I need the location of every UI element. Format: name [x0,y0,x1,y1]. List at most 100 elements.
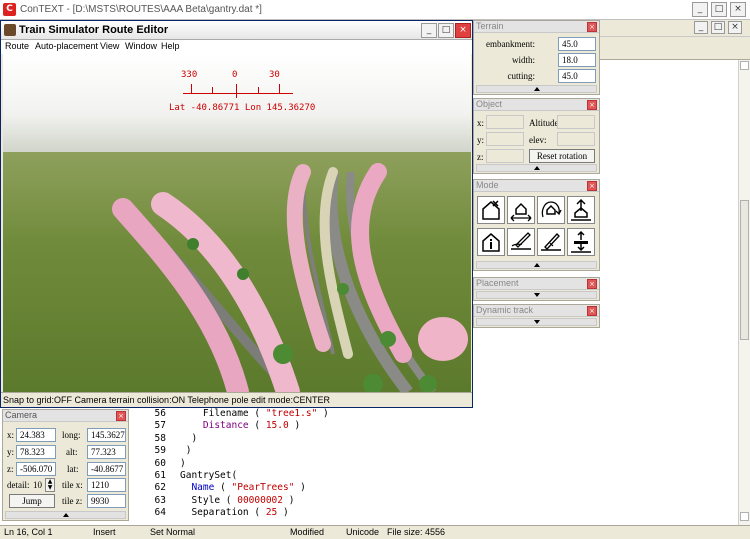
dynamic-track-panel-close-icon[interactable]: × [587,306,597,316]
scroll-up-button[interactable] [740,61,749,70]
minimize-button[interactable]: _ [692,2,708,17]
line-number: 61 [154,470,166,481]
object-panel-header: Object × [474,99,599,111]
info-object-icon[interactable] [477,228,505,256]
camera-tilez-input[interactable]: 9930 [87,494,126,508]
line-number: 60 [154,457,166,469]
code-token: Distance [202,420,249,432]
delete-object-icon[interactable] [477,196,505,224]
level-terrain-icon[interactable] [567,228,595,256]
code-line[interactable]: 60) [138,458,186,470]
reset-rotation-button[interactable]: Reset rotation [529,149,595,163]
re-close-button[interactable]: × [455,23,471,38]
object-elev-label: elev: [529,135,547,145]
mode-panel-header: Mode × [474,180,599,192]
line-number: 56 [154,408,166,419]
cutting-input[interactable]: 45.0 [558,69,596,83]
mdi-close-button[interactable]: × [728,21,742,34]
scroll-down-button[interactable] [740,512,749,521]
mode-panel-close-icon[interactable]: × [587,181,597,191]
compass-tick-330: 330 [181,70,198,80]
terrain-collapse-bar[interactable] [476,85,597,93]
route-editor-menubar: Route Auto-placement View Window Help [1,40,472,54]
code-line[interactable]: 56 Filename ( "tree1.s" ) [138,408,329,420]
menu-route[interactable]: Route [5,41,29,51]
scroll-thumb[interactable] [740,200,749,340]
camera-x-input[interactable]: 24.383 [16,428,56,442]
code-token: ) [288,420,301,432]
embankment-input[interactable]: 45.0 [558,37,596,51]
object-x-input[interactable] [486,115,524,129]
status-bar: Ln 16, Col 1 Insert Set Normal Modified … [0,525,750,539]
object-y-input[interactable] [486,132,524,146]
compass-scale [183,84,293,98]
line-number: 58 [154,432,166,444]
camera-panel: Camera × x: 24.383 long: 145.3627 y: 78.… [2,409,129,521]
camera-z-input[interactable]: -506.070 [16,462,56,476]
menu-auto-placement[interactable]: Auto-placement [35,41,98,51]
camera-panel-close-icon[interactable]: × [116,411,126,421]
object-altitude-input[interactable] [557,115,595,129]
code-token: 15.0 [265,420,289,432]
width-input[interactable]: 18.0 [558,53,596,67]
camera-y-input[interactable]: 78.323 [16,445,56,459]
re-minimize-button[interactable]: _ [421,23,437,38]
code-token: ) [185,445,192,457]
object-elev-input[interactable] [557,132,595,146]
object-y-label: y: [477,135,485,145]
mdi-maximize-button[interactable]: □ [711,21,725,34]
raise-object-icon[interactable] [567,196,595,224]
close-button[interactable]: × [730,2,746,17]
placement-panel-header: Placement × [474,278,599,290]
move-object-icon[interactable] [507,196,535,224]
camera-z-label: z: [7,464,14,474]
app-title: ConTEXT - [D:\MSTS\ROUTES\AAA Beta\gantr… [20,4,262,15]
route-editor-status: Snap to grid:OFF Camera terrain collisio… [1,392,472,407]
code-token: Style ( [191,494,238,506]
code-token: "PearTrees" [231,482,295,494]
code-line[interactable]: 57 Distance ( 15.0 ) [138,420,301,432]
camera-tilez-label: tile z: [62,496,83,506]
code-line[interactable]: 61 GantrySet( [138,470,238,482]
menu-help[interactable]: Help [161,41,180,51]
camera-long-input[interactable]: 145.3627 [87,428,126,442]
editor-vertical-scrollbar[interactable] [738,60,750,525]
rotate-object-icon[interactable] [537,196,565,224]
code-token: "tree1.s" [265,408,318,419]
code-line[interactable]: 64 Separation ( 25 ) [138,507,289,519]
camera-alt-input[interactable]: 77.323 [87,445,126,459]
object-x-label: x: [477,118,485,128]
menu-view[interactable]: View [100,41,119,51]
maximize-button[interactable]: □ [711,2,727,17]
code-token: Filename ( [202,408,266,419]
detail-spinner[interactable]: ▲ ▼ [45,478,55,492]
mdi-minimize-button[interactable]: _ [694,21,708,34]
status-modified: Modified [290,527,325,537]
mode-collapse-bar[interactable] [476,261,597,269]
code-line[interactable]: 62 Name ( "PearTrees" ) [138,482,306,494]
code-line[interactable]: 58 ) [138,432,198,445]
camera-collapse-bar[interactable] [5,511,126,519]
menu-window[interactable]: Window [125,41,157,51]
camera-tilex-input[interactable]: 1210 [87,478,126,492]
edit-terrain-icon[interactable] [507,228,535,256]
code-line[interactable]: 59 ) [138,445,192,457]
code-token: 25 [265,507,278,519]
3d-viewport[interactable]: 330 0 30 Lat -40.86771 Lon 145.36270 [3,54,471,392]
object-z-input[interactable] [486,149,524,163]
camera-lat-input[interactable]: -40.8677 [87,462,126,476]
object-collapse-bar[interactable] [476,164,597,172]
terrain-panel-close-icon[interactable]: × [587,22,597,32]
placement-expand-bar[interactable] [476,291,597,299]
dynamic-track-expand-bar[interactable] [476,318,597,326]
object-panel-close-icon[interactable]: × [587,100,597,110]
route-editor-title: Train Simulator Route Editor [19,24,169,36]
code-line[interactable]: 63 Style ( 00000002 ) [138,494,295,507]
placement-panel-close-icon[interactable]: × [587,279,597,289]
jump-button[interactable]: Jump [9,494,55,508]
re-maximize-button[interactable]: □ [438,23,454,38]
paint-terrain-icon[interactable] [537,228,565,256]
